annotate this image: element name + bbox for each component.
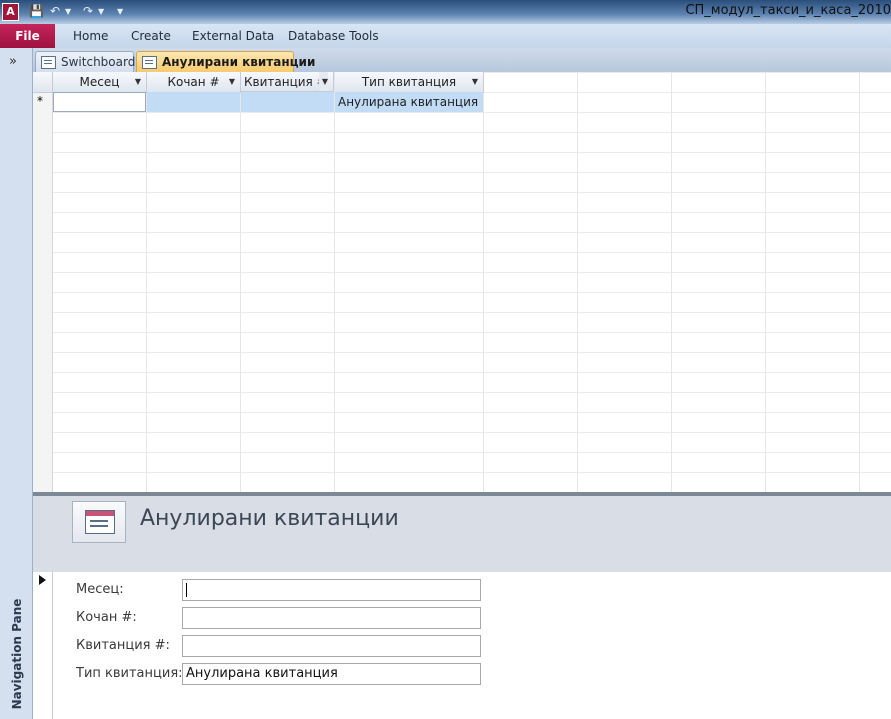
column-header-label: Кочан # — [167, 75, 220, 89]
column-header-month[interactable]: Месец ▼ — [53, 72, 147, 93]
form-icon — [41, 56, 56, 69]
receipt-type-field[interactable]: Анулирана квитанция — [182, 663, 481, 685]
tab-database-tools[interactable]: Database Tools — [288, 29, 379, 43]
text-cursor — [186, 583, 187, 597]
window-title: СП_модул_такси_и_каса_2010 — [685, 3, 891, 18]
title-bar: A 💾 ↶ ▼ ↷ ▼ ▼ СП_модул_такси_и_каса_2010 — [0, 0, 891, 24]
book-no-label: Кочан #: — [76, 610, 137, 625]
access-app-icon[interactable]: A — [2, 3, 19, 21]
new-row-book-cell[interactable] — [147, 92, 240, 112]
column-header-receipt-type[interactable]: Тип квитанция ▼ — [335, 72, 484, 93]
ribbon-tab-bar: File Home Create External Data Database … — [0, 24, 891, 49]
form-icon — [142, 56, 157, 69]
column-header-label: Тип квитанция — [361, 75, 457, 89]
column-header-receipt-no[interactable]: Квитанция # ▼ — [241, 72, 334, 92]
grid-column-line — [765, 72, 766, 492]
column-header-book[interactable]: Кочан # ▼ — [147, 72, 241, 93]
new-record-marker[interactable]: * — [37, 94, 43, 108]
tab-external-data[interactable]: External Data — [192, 29, 274, 43]
expand-nav-pane-icon[interactable]: » — [9, 54, 17, 69]
form-logo — [72, 501, 126, 543]
redo-dropdown-icon[interactable]: ▼ — [98, 7, 104, 16]
grid-column-line — [146, 72, 147, 492]
column-dropdown-icon[interactable]: ▼ — [135, 72, 141, 92]
form-title: Анулирани квитанции — [140, 506, 399, 531]
form-icon — [85, 510, 115, 534]
tab-home[interactable]: Home — [73, 29, 108, 43]
field-value: Анулирана квитанция — [186, 666, 338, 681]
record-selector-column[interactable] — [33, 72, 53, 492]
redo-icon[interactable]: ↷ — [83, 4, 93, 18]
current-record-arrow-icon — [39, 575, 46, 585]
doc-tab-label: Switchboard — [61, 55, 136, 69]
receipt-no-label: Квитанция #: — [76, 638, 170, 653]
document-tab-bar: Switchboard Анулирани квитанции — [33, 48, 891, 73]
record-selector[interactable] — [33, 572, 53, 719]
select-all-corner[interactable] — [33, 72, 53, 93]
grid-column-line — [334, 72, 335, 492]
month-field[interactable] — [182, 579, 481, 601]
datasheet[interactable]: Месец ▼ Кочан # ▼ Квитанция # ▼ Тип квит… — [33, 72, 891, 492]
new-row-receipt-no-cell[interactable] — [241, 92, 334, 112]
grid-column-line — [483, 72, 484, 492]
column-header-label: Месец — [79, 75, 120, 89]
customize-qat-icon[interactable]: ▼ — [117, 7, 123, 16]
column-dropdown-icon[interactable]: ▼ — [318, 72, 328, 91]
receipt-type-label: Тип квитанция: — [76, 666, 183, 681]
grid-lines — [33, 72, 891, 492]
grid-column-line — [577, 72, 578, 492]
save-icon[interactable]: 💾 — [29, 4, 44, 18]
tab-create[interactable]: Create — [131, 29, 171, 43]
grid-column-line — [671, 72, 672, 492]
doc-tab-annulled-receipts[interactable]: Анулирани квитанции — [136, 51, 315, 73]
navigation-pane-label[interactable]: Navigation Pane — [10, 599, 24, 710]
doc-tab-label: Анулирани квитанции — [162, 55, 316, 69]
undo-dropdown-icon[interactable]: ▼ — [65, 7, 71, 16]
receipt-no-field[interactable] — [182, 635, 481, 657]
grid-column-line — [240, 72, 241, 492]
new-row-receipt-type-cell[interactable]: Анулирана квитанция — [335, 92, 483, 112]
form-detail: Месец: Кочан #: Квитанция #: Тип квитанц… — [33, 572, 891, 719]
form-header: Анулирани квитанции — [33, 496, 891, 572]
grid-column-line — [859, 72, 860, 492]
new-row-month-cell[interactable] — [53, 92, 146, 112]
undo-icon[interactable]: ↶ — [50, 4, 60, 18]
book-no-field[interactable] — [182, 607, 481, 629]
month-label: Месец: — [76, 582, 124, 597]
column-dropdown-icon[interactable]: ▼ — [472, 72, 478, 92]
navigation-pane[interactable]: » Navigation Pane — [0, 48, 33, 719]
column-dropdown-icon[interactable]: ▼ — [229, 72, 235, 92]
column-header-label: Квитанция # — [244, 75, 327, 89]
file-tab[interactable]: File — [0, 24, 55, 48]
doc-tab-switchboard[interactable]: Switchboard — [35, 51, 136, 73]
